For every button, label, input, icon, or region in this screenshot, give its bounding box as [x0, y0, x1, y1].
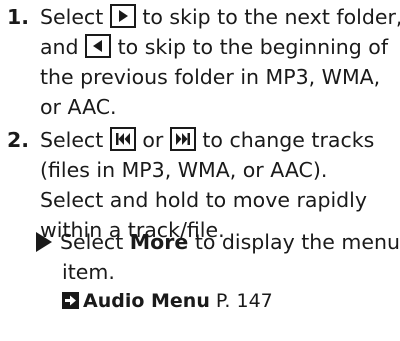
triangle-bullet-icon	[36, 232, 52, 252]
step-1-line-3: the previous folder in MP3, WMA,	[40, 65, 381, 89]
note-display-text: to display the menu	[194, 230, 400, 254]
step-1-prev-folder-text: to skip to the beginning of	[117, 35, 389, 59]
xref-title[interactable]: Audio Menu	[83, 290, 210, 312]
step-2-select-word: Select	[40, 128, 104, 152]
step-1-text: Select to skip to the next folder, and t…	[40, 2, 400, 122]
step-2-or-word: or	[142, 128, 164, 152]
skip-forward-icon	[169, 127, 196, 151]
play-left-icon	[85, 34, 112, 58]
xref-page[interactable]: P. 147	[216, 290, 273, 312]
step-1-select-word: Select	[40, 5, 104, 29]
step-2-line-1: Select or to change tracks	[40, 125, 394, 155]
step-1-and-word: and	[40, 35, 79, 59]
note-line-1: Select More to display the menu	[36, 227, 400, 257]
step-1-line-2: and to skip to the beginning of	[40, 32, 394, 62]
more-label: More	[129, 230, 189, 254]
step-1-number: 1.	[7, 5, 30, 29]
step-1-line-1: Select to skip to the next folder,	[40, 2, 400, 32]
step-2-number: 2.	[7, 128, 30, 152]
step-2-line-2: (files in MP3, WMA, or AAC).	[40, 158, 328, 182]
cross-reference-arrow-icon	[62, 292, 79, 309]
step-1-line-4: or AAC.	[40, 95, 117, 119]
note-select-word: Select	[60, 230, 124, 254]
step-2-change-tracks-text: to change tracks	[202, 128, 375, 152]
step-2-line-3: Select and hold to move rapidly	[40, 188, 368, 212]
step-1-next-folder-text: to skip to the next folder,	[142, 5, 400, 29]
audio-menu-xref[interactable]: Audio Menu P. 147	[62, 287, 394, 315]
more-note: Select More to display the menu item. Au…	[36, 227, 400, 315]
note-line-2: item.	[62, 260, 115, 284]
play-right-icon	[109, 4, 136, 28]
skip-back-icon	[109, 127, 136, 151]
